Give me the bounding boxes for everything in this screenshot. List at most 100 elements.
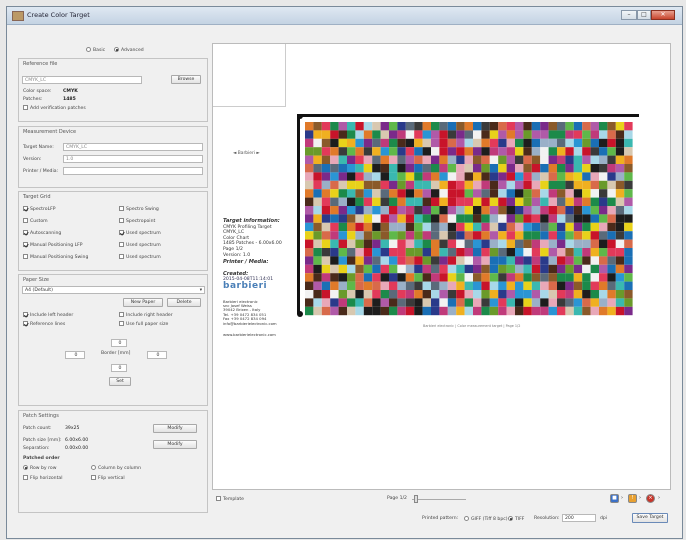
set-border-button[interactable]: Set [109,377,131,386]
flip-horizontal-checkbox[interactable]: Flip horizontal [23,475,62,481]
color-patch [590,197,599,206]
border-left-field[interactable]: 0 [65,351,85,359]
color-patch [330,256,339,265]
color-patch [506,290,515,299]
color-patch [305,214,314,223]
include-left-header-checkbox[interactable]: Include left header [23,312,73,318]
color-patch [615,214,625,223]
page-slider-thumb[interactable] [414,495,418,503]
modify-size-button[interactable]: Modify [153,440,197,449]
target-grid-option[interactable]: SpectroLFP [23,206,56,212]
color-patch [481,239,490,248]
color-patch [330,214,339,223]
color-patch [321,172,331,181]
target-grid-option[interactable]: Manual Positioning Swing [23,254,88,260]
resolution-field[interactable]: 200 [562,514,596,522]
color-patch [431,248,440,257]
color-patch [531,164,541,173]
save-target-button[interactable]: Save Target [632,513,668,523]
reference-file-field[interactable]: CMYK_LC [22,76,142,84]
color-patch [473,298,482,307]
color-patch [531,298,541,307]
column-by-column-radio[interactable]: Column by column [91,465,141,471]
border-label: Border [mm] [101,351,131,356]
browse-button[interactable]: Browse [171,75,201,84]
target-grid-option[interactable]: Used spectrum [119,254,161,260]
color-patch [363,231,373,240]
color-patch [498,248,507,257]
color-patch [447,306,457,316]
color-patch [540,130,549,139]
color-patch [506,130,515,139]
color-patch [540,264,549,274]
giff-radio[interactable]: GIFF (Tiff 8 bpc) [464,516,508,522]
color-patch [489,206,499,215]
color-patch [464,164,473,173]
target-grid-option[interactable]: Custom [23,218,48,224]
target-name-field[interactable]: CMYK_LC [63,143,203,151]
target-grid-option[interactable]: Autoscanning [23,230,61,236]
color-patch [582,206,591,215]
color-patch [330,281,339,290]
color-patch [372,138,381,148]
color-patch [439,206,448,215]
zoom-fit-icon[interactable]: ■ [610,494,619,503]
target-grid-option[interactable]: Spectropoint [119,218,155,224]
flip-vertical-checkbox[interactable]: Flip vertical [91,475,125,481]
color-patch [506,214,515,223]
include-right-header-checkbox[interactable]: Include right header [119,312,173,318]
color-patch [481,164,490,173]
warning-icon[interactable]: ! [628,494,637,503]
full-paper-checkbox[interactable]: Use full paper size [119,321,168,327]
color-patch [489,298,499,307]
target-grid-option[interactable]: Used spectrum [119,230,161,236]
target-grid-option[interactable]: Manual Positioning LFP [23,242,83,248]
delete-paper-button[interactable]: Delete [167,298,201,307]
color-patch [599,298,608,307]
color-patch [439,197,448,206]
color-patch [380,138,389,148]
color-patch [414,214,423,223]
target-grid-option[interactable]: Used spectrum [119,242,161,248]
new-paper-button[interactable]: New Paper [123,298,163,307]
page-slider-track[interactable] [412,499,466,500]
color-patch [624,197,633,206]
border-top-field[interactable]: 0 [111,339,127,347]
color-patch [599,214,608,223]
color-patch [599,290,608,299]
row-by-row-radio[interactable]: Row by row [23,465,56,471]
mode-basic-radio[interactable]: Basic [86,47,105,53]
printer-media-field[interactable] [63,167,203,175]
close-icon[interactable]: ✕ [651,10,675,20]
info-line: Version: 1.0 [223,252,251,258]
add-verification-checkbox[interactable]: Add verification patches [23,105,86,111]
mode-advanced-radio[interactable]: Advanced [114,47,144,53]
color-patch [506,189,515,198]
color-patch [380,172,389,181]
chevron-right-icon[interactable]: › [658,495,660,501]
modify-count-button[interactable]: Modify [153,424,197,433]
target-grid-option[interactable]: Spectro Swing [119,206,159,212]
color-patch [389,172,398,181]
reference-lines-checkbox[interactable]: Reference lines [23,321,65,327]
paper-size-select[interactable]: A4 (Default) ▾ [22,286,205,294]
border-right-field[interactable]: 0 [147,351,167,359]
color-patch [447,281,457,290]
template-checkbox[interactable]: Template [216,496,244,502]
color-patch [615,180,625,190]
color-patch [573,231,583,240]
maximize-icon[interactable]: □ [637,10,651,20]
printer-heading: Printer / Media: [223,259,269,266]
stop-icon[interactable]: × [646,494,655,503]
color-patch [523,164,532,173]
color-patch [431,155,440,164]
tiff-radio[interactable]: TIFF [508,516,524,522]
color-patch [456,189,465,198]
color-patch [557,264,566,274]
color-patch [347,273,356,282]
patched-order-label: Patched order [23,456,60,461]
border-bottom-field[interactable]: 0 [111,364,127,372]
version-field[interactable]: 1.0 [63,155,203,163]
minimize-icon[interactable]: – [621,10,637,20]
color-patch [355,164,364,173]
